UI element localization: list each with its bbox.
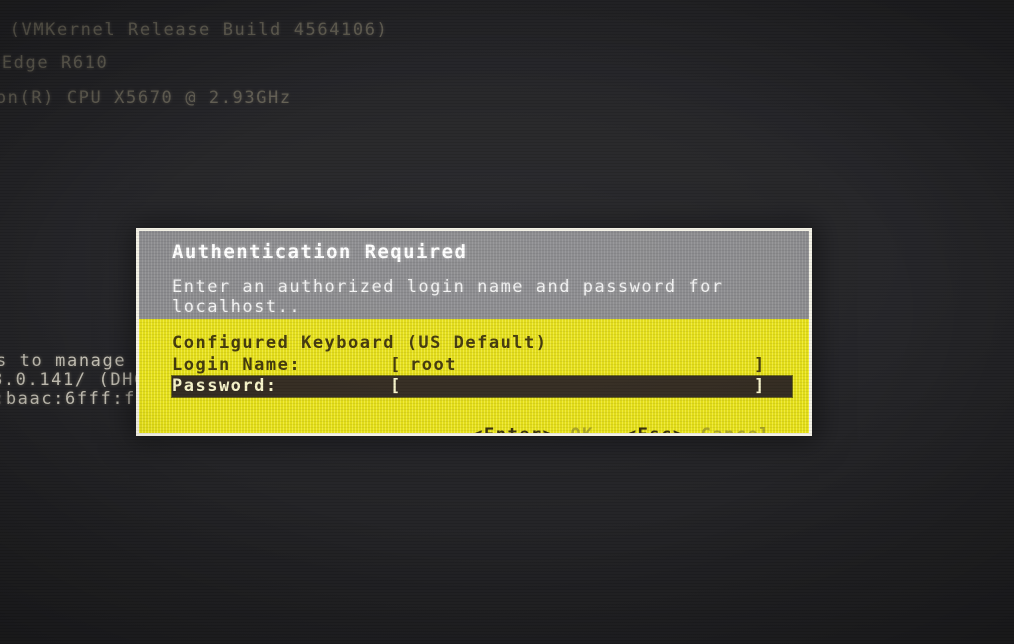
password-close-bracket: ] (754, 376, 766, 396)
password-field[interactable]: Password: [ ] (172, 376, 792, 397)
console-screen: 0 (VMKernel Release Build 4564106) rEdge… (0, 0, 1014, 644)
cancel-button[interactable]: Cancel (701, 425, 771, 433)
console-line: 8.0.141/ (DHC (0, 370, 146, 390)
ok-button[interactable]: OK (570, 425, 593, 433)
dialog-body: Configured Keyboard (US Default) Login N… (139, 319, 809, 433)
console-line: 0 (VMKernel Release Build 4564106) (0, 20, 389, 40)
dialog-title: Authentication Required (172, 241, 468, 263)
console-line: eon(R) CPU X5670 @ 2.93GHz (0, 88, 292, 108)
esc-key-hint: <Esc> (625, 425, 685, 436)
enter-key-hint: <Enter> (472, 425, 555, 436)
dialog-action-row: <Enter> OK <Esc> Cancel (355, 405, 771, 436)
console-line: rEdge R610 (0, 53, 109, 73)
dialog-message: Enter an authorized login name and passw… (172, 277, 724, 317)
console-line: :baac:6fff:fe (0, 389, 148, 409)
login-name-field[interactable]: Login Name: [ root ] (172, 355, 792, 376)
configured-keyboard-label: Configured Keyboard (US Default) (172, 333, 548, 353)
dialog-header: Authentication Required Enter an authori… (139, 231, 809, 319)
login-name-label: Login Name: (172, 355, 302, 375)
login-name-value[interactable]: root (410, 355, 457, 375)
console-line: s to manage t (0, 351, 150, 371)
authentication-dialog: Authentication Required Enter an authori… (136, 228, 812, 436)
password-open-bracket: [ (390, 376, 402, 396)
dialog-border: Authentication Required Enter an authori… (136, 228, 812, 436)
login-name-close-bracket: ] (754, 355, 766, 375)
password-label: Password: (172, 376, 278, 396)
login-name-open-bracket: [ (390, 355, 402, 375)
